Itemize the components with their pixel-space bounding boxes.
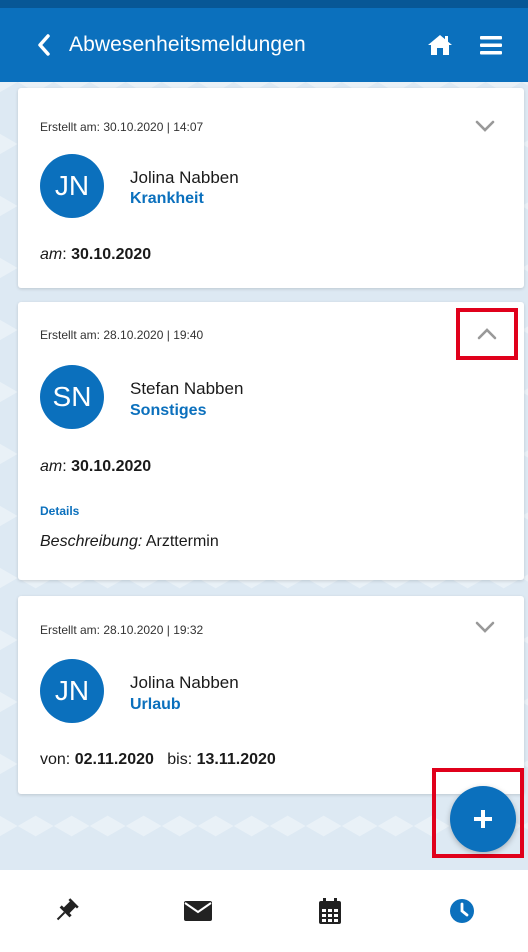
menu-button[interactable]: [471, 25, 511, 65]
absence-date: am: 30.10.2020: [40, 246, 152, 263]
pin-icon: [56, 898, 79, 921]
nav-item-calendar[interactable]: [264, 876, 396, 946]
bottom-navigation: [0, 870, 528, 952]
add-button-highlight: [432, 768, 524, 858]
to-label: bis:: [167, 751, 193, 768]
chevron-up-icon: [477, 328, 497, 340]
date-label: am: [40, 458, 63, 475]
chevron-left-icon: [38, 34, 50, 56]
expand-button[interactable]: [470, 615, 500, 639]
absence-date-range: von: 02.11.2020 bis: 13.11.2020: [40, 751, 276, 769]
chevron-down-icon: [475, 621, 495, 633]
chevron-down-icon: [475, 120, 495, 132]
person-name: Jolina Nabben: [130, 168, 239, 187]
page-title: Abwesenheitsmeldungen: [69, 33, 306, 56]
clock-icon: [450, 899, 474, 923]
nav-item-pinboard[interactable]: [0, 876, 132, 946]
from-date: 02.11.2020: [74, 751, 154, 768]
nav-item-absences[interactable]: [396, 876, 528, 946]
created-timestamp: Erstellt am: 28.10.2020 | 19:40: [40, 328, 204, 342]
date-value: 30.10.2020: [71, 458, 152, 475]
absence-card[interactable]: Erstellt am: 28.10.2020 | 19:40 SN Stefa…: [18, 302, 524, 580]
back-button[interactable]: [31, 25, 57, 65]
date-label: am: [40, 246, 63, 263]
description-label: Beschreibung:: [40, 533, 143, 550]
absence-type: Urlaub: [130, 696, 181, 713]
nav-item-messages[interactable]: [132, 876, 264, 946]
expand-button[interactable]: [470, 114, 500, 138]
app-header: Abwesenheitsmeldungen: [0, 0, 528, 82]
calendar-icon: [319, 898, 341, 924]
date-value: 30.10.2020: [71, 246, 152, 263]
hamburger-menu-icon: [480, 36, 502, 55]
absence-list[interactable]: Erstellt am: 30.10.2020 | 14:07 JN Jolin…: [0, 82, 528, 870]
avatar: JN: [40, 659, 104, 723]
absence-card[interactable]: Erstellt am: 30.10.2020 | 14:07 JN Jolin…: [18, 88, 524, 288]
from-label: von:: [40, 751, 71, 768]
absence-date: am: 30.10.2020: [40, 458, 152, 475]
description-value: Arzttermin: [145, 533, 219, 550]
home-icon: [428, 35, 452, 55]
created-timestamp: Erstellt am: 30.10.2020 | 14:07: [40, 120, 204, 134]
to-date: 13.11.2020: [196, 751, 276, 768]
envelope-icon: [184, 901, 212, 921]
description: Beschreibung: Arzttermin: [40, 533, 219, 551]
collapse-button[interactable]: [456, 308, 518, 360]
absence-type: Sonstiges: [130, 402, 207, 419]
home-button[interactable]: [420, 25, 460, 65]
avatar: JN: [40, 154, 104, 218]
absence-card[interactable]: Erstellt am: 28.10.2020 | 19:32 JN Jolin…: [18, 596, 524, 794]
plus-icon: [474, 810, 492, 828]
person-name: Jolina Nabben: [130, 673, 239, 692]
person-name: Stefan Nabben: [130, 379, 244, 398]
absence-type: Krankheit: [130, 190, 204, 207]
avatar: SN: [40, 365, 104, 429]
details-heading: Details: [40, 504, 80, 518]
add-absence-button[interactable]: [450, 786, 516, 852]
created-timestamp: Erstellt am: 28.10.2020 | 19:32: [40, 623, 204, 637]
